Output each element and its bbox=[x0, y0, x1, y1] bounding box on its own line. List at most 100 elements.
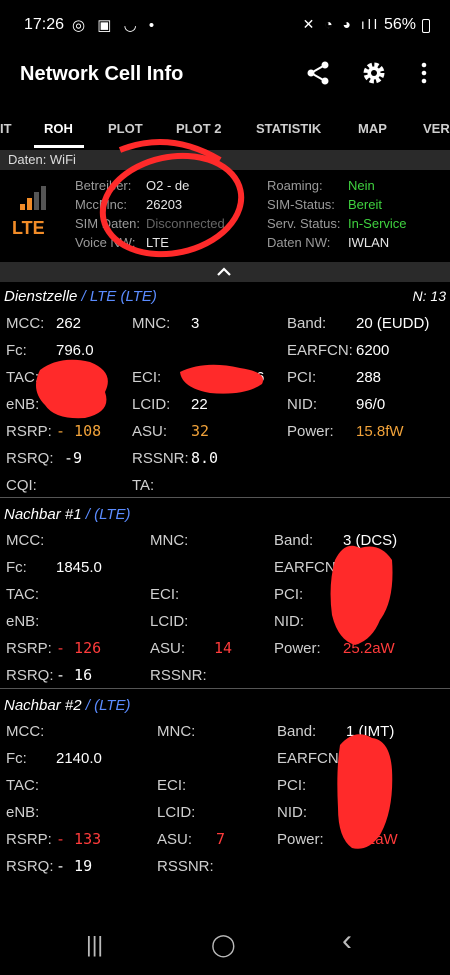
eci-label: ECI: bbox=[157, 777, 187, 794]
fc-label: Fc: bbox=[6, 559, 27, 576]
power-value: 50.1aW bbox=[346, 831, 398, 848]
earfcn-label: EARFCN: bbox=[277, 750, 343, 767]
asu-value: 7 bbox=[216, 830, 226, 848]
simstatus-label: SIM-Status: bbox=[267, 197, 335, 212]
band-value: 1 (IMT) bbox=[346, 723, 395, 740]
status-bar: 17:26 ◎ ▣ ◡ • ✕ ◔ ◕ ıll 56% bbox=[0, 0, 450, 52]
eci-value-tail: 6 bbox=[256, 369, 265, 386]
tac-label: TAC: bbox=[6, 586, 40, 603]
network-overview: LTE Betreiber: O2 - de MccMnc: 26203 SIM… bbox=[0, 172, 450, 254]
rssnr-label: RSSNR: bbox=[157, 858, 214, 875]
nid-label: NID: bbox=[277, 804, 307, 821]
band-label: Band: bbox=[287, 315, 327, 332]
pci-label: PCI: bbox=[287, 369, 317, 386]
pci-value: 288 bbox=[356, 369, 382, 386]
servstatus-value: In-Service bbox=[348, 216, 407, 231]
chevron-up-icon bbox=[217, 267, 231, 276]
rsrq-value: - 16 bbox=[56, 666, 93, 684]
eci-label: ECI: bbox=[150, 586, 180, 603]
rsrq-value: - 19 bbox=[56, 857, 93, 875]
serving-cell-section: Dienstzelle / LTE (LTE) N: 13 MCC: 262 M… bbox=[0, 284, 450, 496]
rsrq-label: RSRQ: bbox=[6, 667, 54, 684]
recents-button[interactable]: ||| bbox=[86, 932, 103, 958]
home-button[interactable]: ◯ bbox=[211, 932, 236, 958]
section-divider bbox=[0, 497, 450, 498]
mcc-label: MCC: bbox=[6, 315, 45, 332]
tac-label: TAC: bbox=[6, 369, 40, 386]
simstatus-value: Bereit bbox=[348, 197, 382, 212]
power-label: Power: bbox=[274, 640, 321, 657]
voicenw-value: LTE bbox=[146, 235, 169, 250]
tab-it[interactable]: IT bbox=[0, 121, 12, 136]
asu-value: 14 bbox=[214, 639, 233, 657]
tab-ver[interactable]: VER bbox=[423, 121, 450, 136]
mcc-label: MCC: bbox=[6, 723, 45, 740]
asu-label: ASU: bbox=[157, 831, 193, 848]
tac-label: TAC: bbox=[6, 777, 40, 794]
nid-value: 96/0 bbox=[356, 396, 386, 413]
rsrp-label: RSRP: bbox=[6, 423, 52, 440]
gear-icon[interactable] bbox=[359, 60, 389, 90]
mccmnc-value: 26203 bbox=[146, 197, 183, 212]
neighbor2-section: Nachbar #2 / (LTE) MCC: MNC: Band: 1 (IM… bbox=[0, 693, 450, 883]
rsrq-label: RSRQ: bbox=[6, 450, 54, 467]
rssnr-value: 8.0 bbox=[191, 449, 219, 467]
collapse-toggle[interactable] bbox=[0, 262, 450, 282]
rssnr-label: RSSNR: bbox=[132, 450, 189, 467]
serving-cell-title: Dienstzelle / LTE (LTE) bbox=[4, 288, 157, 305]
power-label: Power: bbox=[287, 423, 334, 440]
mnc-label: MNC: bbox=[132, 315, 171, 332]
tab-plot2[interactable]: PLOT 2 bbox=[176, 121, 222, 136]
asu-label: ASU: bbox=[150, 640, 186, 657]
mcc-label: MCC: bbox=[6, 532, 45, 549]
band-value: 20 (EUDD) bbox=[356, 315, 430, 332]
neighbor1-header: Nachbar #1 / (LTE) bbox=[0, 502, 450, 526]
simdata-label: SIM Daten: bbox=[75, 216, 141, 231]
power-label: Power: bbox=[277, 831, 324, 848]
roaming-label: Roaming: bbox=[267, 178, 323, 193]
neighbor-count: N: 13 bbox=[412, 288, 446, 304]
more-vert-icon[interactable] bbox=[409, 60, 439, 90]
voicenw-label: Voice NW: bbox=[75, 235, 136, 250]
nid-value: 1/ bbox=[356, 613, 369, 630]
roaming-value: Nein bbox=[348, 178, 375, 193]
rsrq-label: RSRQ: bbox=[6, 858, 54, 875]
mnc-value: 3 bbox=[191, 315, 200, 332]
fc-value: 1845.0 bbox=[56, 559, 102, 576]
rsrp-value: - 133 bbox=[56, 830, 102, 848]
servstatus-label: Serv. Status: bbox=[267, 216, 341, 231]
band-value: 3 (DCS) bbox=[343, 532, 398, 549]
fc-value: 2140.0 bbox=[56, 750, 102, 767]
cqi-label: CQI: bbox=[6, 477, 37, 494]
section-divider bbox=[0, 688, 450, 689]
rsrp-label: RSRP: bbox=[6, 831, 52, 848]
power-value: 25.2aW bbox=[343, 640, 395, 657]
fc-label: Fc: bbox=[6, 750, 27, 767]
signal-icons: ✕ ◔ ◕ ıll bbox=[302, 16, 380, 32]
fc-value: 796.0 bbox=[56, 342, 94, 359]
battery-percent: 56% bbox=[383, 16, 416, 33]
simdata-value: Disconnected bbox=[146, 216, 225, 231]
rsrq-value: -9 bbox=[64, 449, 83, 467]
mnc-label: MNC: bbox=[150, 532, 189, 549]
power-value: 15.8fW bbox=[356, 423, 404, 440]
rsrp-label: RSRP: bbox=[6, 640, 52, 657]
earfcn-label: EARFCN: bbox=[274, 559, 340, 576]
app-title: Network Cell Info bbox=[20, 63, 184, 85]
tab-roh[interactable]: ROH bbox=[44, 121, 73, 136]
signal-bars-icon bbox=[20, 186, 50, 210]
tab-plot[interactable]: PLOT bbox=[108, 121, 143, 136]
earfcn-label: EARFCN: bbox=[287, 342, 353, 359]
tab-map[interactable]: MAP bbox=[358, 121, 387, 136]
pci-label: PCI: bbox=[277, 777, 307, 794]
enb-label: eNB: bbox=[6, 396, 40, 413]
tab-bar: IT ROH PLOT PLOT 2 STATISTIK MAP VER bbox=[0, 112, 450, 148]
band-label: Band: bbox=[277, 723, 317, 740]
enb-label: eNB: bbox=[6, 613, 40, 630]
tab-statistik[interactable]: STATISTIK bbox=[256, 121, 321, 136]
rssnr-label: RSSNR: bbox=[150, 667, 207, 684]
share-icon[interactable] bbox=[303, 60, 333, 90]
nid-label: NID: bbox=[287, 396, 317, 413]
back-button[interactable]: ‹ bbox=[342, 924, 352, 958]
nid-value: 9 bbox=[356, 804, 365, 821]
